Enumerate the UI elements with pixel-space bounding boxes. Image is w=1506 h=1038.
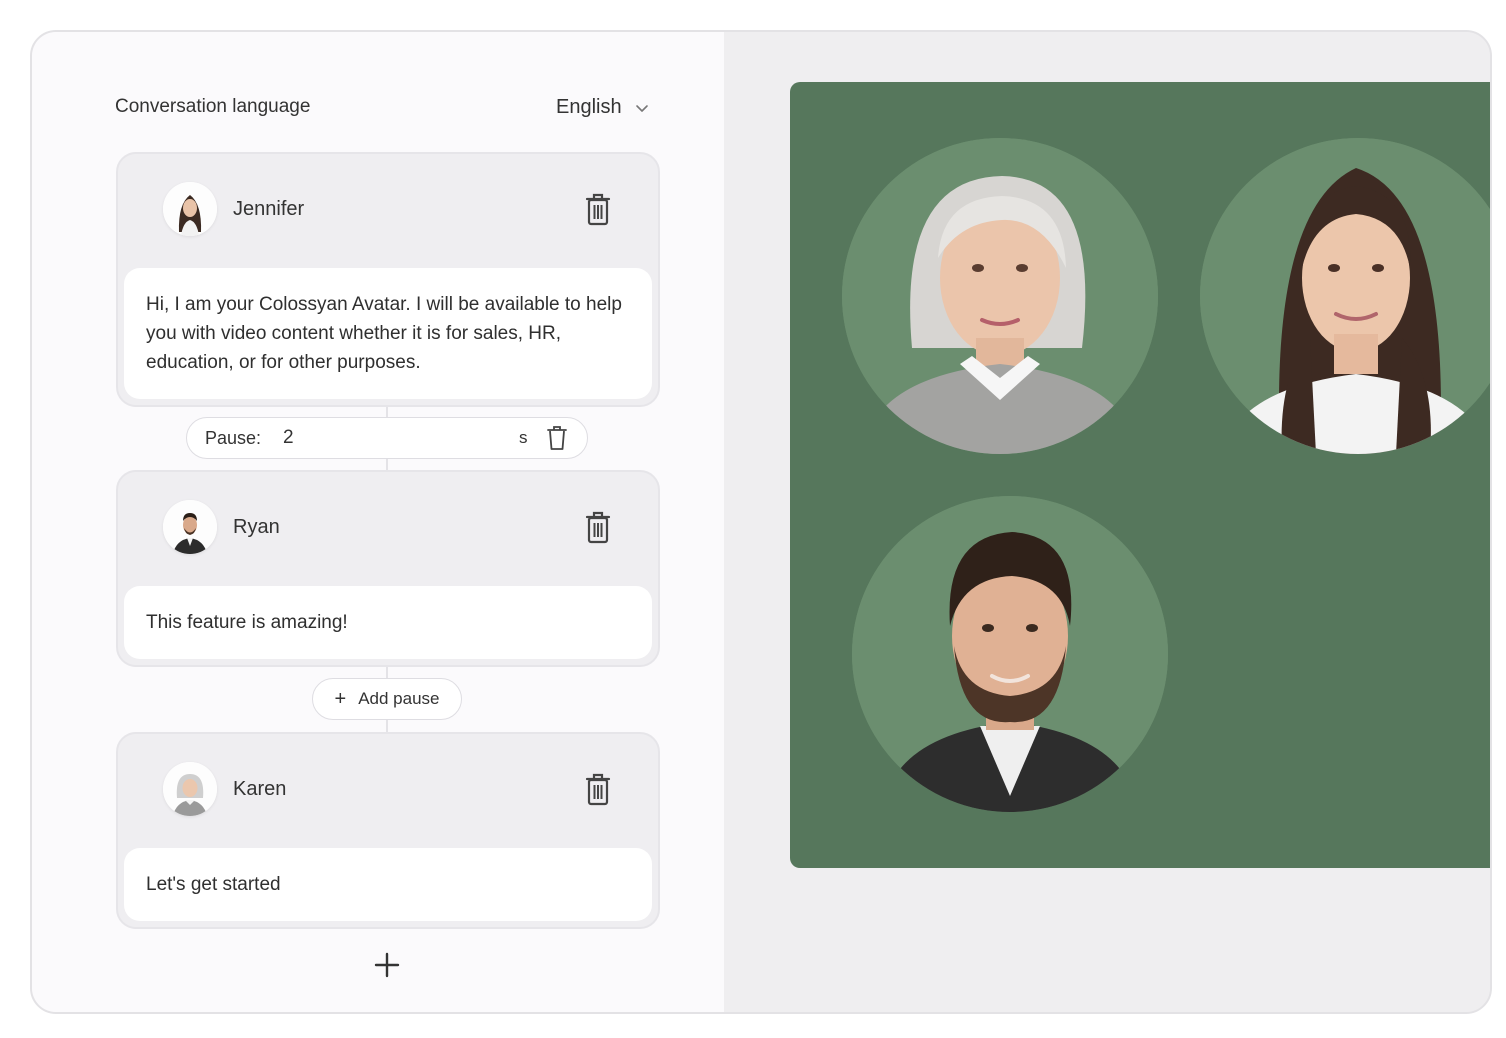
conversation-language-label: Conversation language — [115, 96, 311, 117]
pause-input[interactable] — [283, 427, 514, 449]
pause-label: Pause: — [205, 427, 262, 448]
speaker-name: Jennifer — [233, 198, 305, 220]
trash-icon[interactable] — [584, 510, 612, 544]
speaker-text[interactable]: Let's get started — [124, 848, 652, 921]
speaker-card-ryan: Ryan This feature is amazing! — [116, 470, 660, 667]
avatar-ryan — [163, 500, 217, 554]
speaker-card-karen: Karen Let's get started — [116, 732, 660, 929]
trash-icon[interactable] — [546, 425, 568, 451]
pause-field: Pause: s — [186, 417, 588, 459]
speaker-card-jennifer: Jennifer Hi, I am your Colossyan Avatar.… — [116, 152, 660, 407]
script-panel: Conversation language English Jennifer H… — [32, 32, 724, 1012]
trash-icon[interactable] — [584, 772, 612, 806]
pause-unit: s — [519, 428, 528, 447]
plus-icon: + — [334, 688, 347, 710]
app-frame: Conversation language English Jennifer H… — [30, 30, 1492, 1014]
speaker-text[interactable]: This feature is amazing! — [124, 586, 652, 659]
video-preview — [790, 82, 1490, 868]
language-dropdown[interactable]: English — [556, 96, 650, 119]
speaker-text[interactable]: Hi, I am your Colossyan Avatar. I will b… — [124, 268, 652, 399]
portrait-karen — [842, 138, 1158, 454]
add-pause-button[interactable]: + Add pause — [312, 678, 462, 720]
portrait-ryan — [852, 496, 1168, 812]
trash-icon[interactable] — [584, 192, 612, 226]
speaker-name: Karen — [233, 778, 287, 800]
portrait-jennifer — [1200, 138, 1490, 454]
avatar-karen — [163, 762, 217, 816]
chevron-down-icon — [635, 104, 648, 112]
speaker-name: Ryan — [233, 516, 280, 538]
avatar-jennifer — [163, 182, 217, 236]
add-pause-label: Add pause — [358, 689, 440, 708]
add-speaker-plus-icon[interactable] — [372, 950, 402, 980]
language-value: English — [556, 96, 622, 118]
